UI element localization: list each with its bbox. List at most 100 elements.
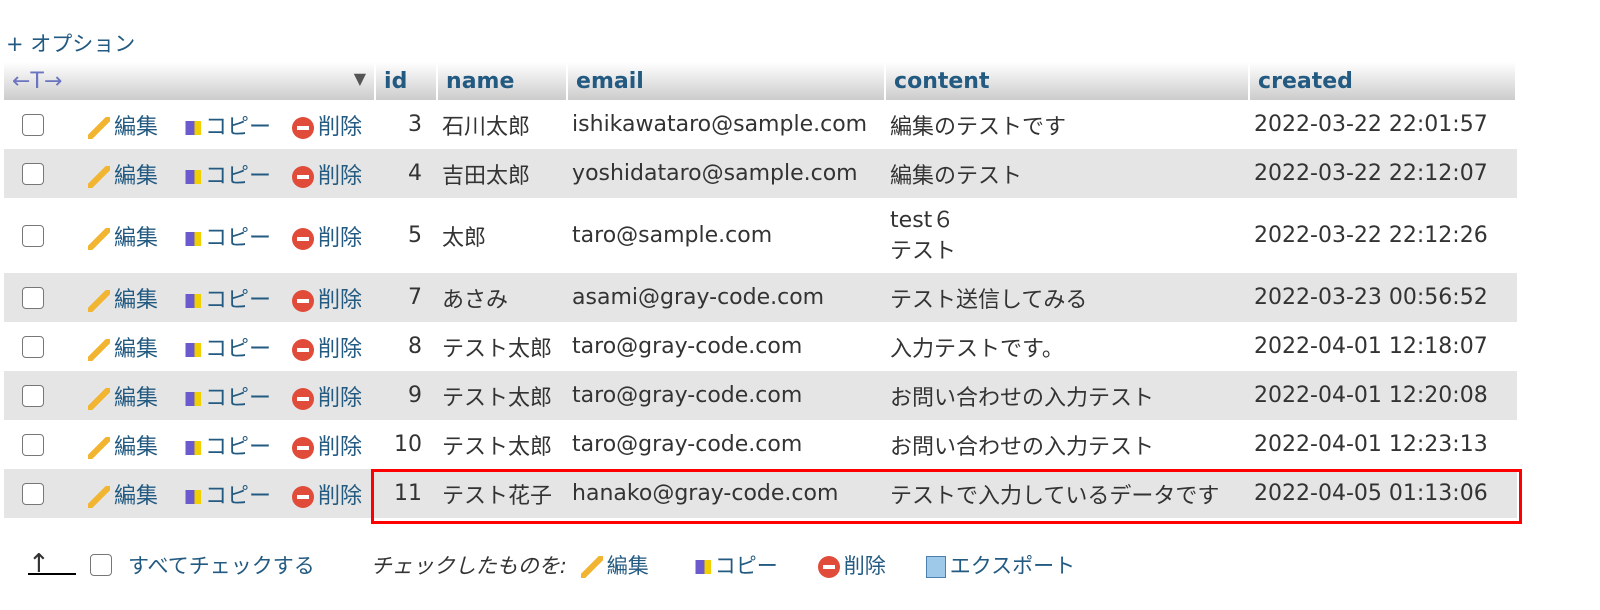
cell-created: 2022-04-01 12:20:08 bbox=[1250, 371, 1518, 420]
pencil-icon bbox=[88, 387, 110, 410]
export-icon bbox=[925, 556, 946, 578]
delete-icon bbox=[817, 556, 840, 578]
cell-id: 7 bbox=[376, 273, 439, 322]
delete-button[interactable]: 削除 bbox=[292, 337, 362, 362]
row-actions: 編集 コピー 削除 bbox=[66, 273, 377, 322]
cell-created: 2022-03-22 22:01:57 bbox=[1254, 112, 1488, 137]
column-header-name[interactable]: name bbox=[438, 62, 569, 100]
copy-button[interactable]: コピー bbox=[179, 386, 271, 411]
delete-icon bbox=[292, 338, 315, 361]
delete-button[interactable]: 削除 bbox=[292, 288, 362, 313]
pencil-icon bbox=[88, 289, 110, 312]
edit-button[interactable]: 編集 bbox=[88, 288, 158, 313]
bulk-export-button[interactable]: エクスポート bbox=[925, 550, 1075, 580]
cell-name: 太郎 bbox=[442, 225, 487, 251]
pencil-icon bbox=[88, 227, 110, 250]
row-checkbox[interactable] bbox=[22, 287, 44, 309]
copy-button[interactable]: コピー bbox=[179, 484, 271, 509]
row-checkbox[interactable] bbox=[22, 483, 44, 505]
copy-button[interactable]: コピー bbox=[179, 337, 271, 362]
bulk-copy-button[interactable]: コピー bbox=[688, 550, 778, 580]
bulk-delete-button[interactable]: 削除 bbox=[817, 550, 886, 580]
pencil-icon bbox=[88, 485, 110, 508]
copy-icon bbox=[179, 231, 202, 246]
cell-name: テスト太郎 bbox=[442, 434, 553, 460]
check-all-link[interactable]: すべてチェックする bbox=[128, 550, 315, 580]
cell-name: テスト太郎 bbox=[438, 371, 569, 420]
cell-content: 編集のテスト bbox=[886, 149, 1251, 198]
row-actions: 編集 コピー 削除 bbox=[66, 198, 376, 273]
edit-button[interactable]: 編集 bbox=[88, 337, 158, 362]
cell-id: 10 bbox=[394, 432, 423, 457]
bulk-actions-bar: ↑ すべてチェックする チェックしたものを: 編集 コピー 削除 エクスポート bbox=[28, 550, 1089, 580]
column-header-email[interactable]: email bbox=[568, 62, 887, 100]
table-row: 編集 コピー 削除 9 テスト太郎 taro@gray-code.com お問い… bbox=[4, 371, 1518, 420]
cell-id: 3 bbox=[408, 112, 423, 137]
column-toggle-header[interactable]: ←T→ ▼ bbox=[4, 62, 377, 100]
copy-button[interactable]: コピー bbox=[179, 164, 271, 189]
copy-button[interactable]: コピー bbox=[179, 435, 271, 460]
edit-button[interactable]: 編集 bbox=[88, 386, 158, 411]
edit-button[interactable]: 編集 bbox=[88, 115, 158, 140]
delete-button[interactable]: 削除 bbox=[292, 386, 362, 411]
cell-id: 5 bbox=[408, 223, 423, 248]
cell-id: 4 bbox=[376, 149, 439, 198]
check-all-checkbox[interactable] bbox=[90, 554, 112, 576]
cell-name: テスト太郎 bbox=[442, 336, 553, 362]
row-actions: 編集 コピー 削除 bbox=[66, 322, 376, 371]
delete-icon bbox=[292, 387, 315, 410]
row-checkbox[interactable] bbox=[22, 114, 44, 136]
row-checkbox[interactable] bbox=[22, 434, 44, 456]
row-checkbox[interactable] bbox=[22, 336, 44, 358]
copy-button[interactable]: コピー bbox=[179, 115, 271, 140]
cell-content: テスト送信してみる bbox=[886, 273, 1251, 322]
delete-button[interactable]: 削除 bbox=[292, 164, 362, 189]
cell-id: 8 bbox=[408, 334, 423, 359]
delete-button[interactable]: 削除 bbox=[292, 226, 362, 251]
cell-name: あさみ bbox=[438, 273, 569, 322]
edit-button[interactable]: 編集 bbox=[88, 435, 158, 460]
cell-email: taro@sample.com bbox=[572, 223, 773, 248]
pencil-icon bbox=[88, 436, 110, 459]
cell-created: 2022-03-23 00:56:52 bbox=[1250, 273, 1518, 322]
row-checkbox[interactable] bbox=[22, 163, 44, 185]
table-row: 編集 コピー 削除 5 太郎 taro@sample.com test６ テスト … bbox=[4, 198, 1517, 273]
column-header-content[interactable]: content bbox=[886, 62, 1251, 100]
delete-icon bbox=[292, 436, 315, 459]
row-checkbox[interactable] bbox=[22, 225, 44, 247]
highlight-box bbox=[371, 469, 1522, 524]
edit-button[interactable]: 編集 bbox=[88, 226, 158, 251]
results-table: ←T→ ▼ id name email content created 編集 コピ… bbox=[4, 62, 1518, 518]
row-actions: 編集 コピー 削除 bbox=[66, 100, 376, 149]
delete-button[interactable]: 削除 bbox=[292, 115, 362, 140]
edit-button[interactable]: 編集 bbox=[88, 164, 158, 189]
cell-email: yoshidataro@sample.com bbox=[568, 149, 887, 198]
delete-button[interactable]: 削除 bbox=[292, 484, 362, 509]
pencil-icon bbox=[88, 116, 110, 139]
options-link[interactable]: + オプション bbox=[6, 28, 135, 58]
copy-icon bbox=[179, 169, 202, 184]
dropdown-arrow-icon[interactable]: ▼ bbox=[354, 69, 366, 88]
delete-icon bbox=[292, 165, 315, 188]
pencil-icon bbox=[88, 165, 110, 188]
delete-button[interactable]: 削除 bbox=[292, 435, 362, 460]
arrow-up-icon: ↑ bbox=[28, 551, 76, 577]
cell-content: お問い合わせの入力テスト bbox=[886, 371, 1251, 420]
cell-id: 9 bbox=[376, 371, 439, 420]
row-checkbox[interactable] bbox=[22, 385, 44, 407]
table-row: 編集 コピー 削除 4 吉田太郎 yoshidataro@sample.com … bbox=[4, 149, 1518, 198]
copy-button[interactable]: コピー bbox=[179, 226, 271, 251]
copy-icon bbox=[179, 293, 202, 308]
column-header-id[interactable]: id bbox=[376, 62, 439, 100]
row-actions: 編集 コピー 削除 bbox=[66, 371, 377, 420]
column-header-created[interactable]: created bbox=[1250, 62, 1518, 100]
cell-content: test６ テスト bbox=[890, 207, 957, 264]
cell-created: 2022-04-01 12:18:07 bbox=[1254, 334, 1488, 359]
edit-button[interactable]: 編集 bbox=[88, 484, 158, 509]
copy-icon bbox=[179, 342, 202, 357]
cell-content: 編集のテストです bbox=[890, 114, 1067, 140]
bulk-edit-button[interactable]: 編集 bbox=[580, 550, 649, 580]
delete-icon bbox=[292, 227, 315, 250]
table-row: 編集 コピー 削除 10 テスト太郎 taro@gray-code.com お問… bbox=[4, 420, 1517, 469]
copy-button[interactable]: コピー bbox=[179, 288, 271, 313]
